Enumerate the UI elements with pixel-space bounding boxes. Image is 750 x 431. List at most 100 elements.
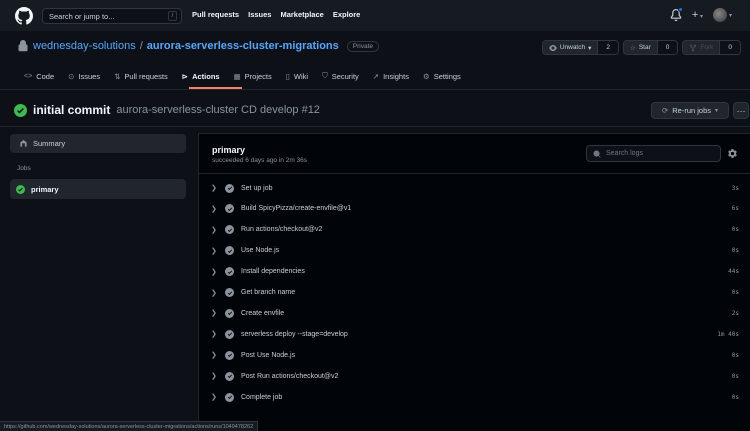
- tab-security[interactable]: ⛉ Security: [315, 69, 366, 83]
- step-name: Set up job: [241, 184, 273, 192]
- gear-icon: ⚙: [422, 71, 430, 81]
- step-success-check-icon: [225, 308, 234, 318]
- step-duration: 0s: [731, 247, 739, 255]
- job-log-panel: [198, 133, 750, 431]
- tab-wiki[interactable]: ▯ Wiki: [279, 69, 315, 83]
- step-name: Post Run actions/checkout@v2: [241, 372, 339, 380]
- header-actions: + ▾ ▾: [670, 7, 732, 22]
- nav-pull-requests[interactable]: Pull requests: [192, 10, 239, 19]
- home-icon: [20, 140, 27, 147]
- step-success-check-icon: [225, 183, 234, 193]
- search-logs-input[interactable]: Search logs: [586, 145, 721, 162]
- sidebar-item-job-primary[interactable]: primary: [10, 179, 186, 199]
- chevron-right-icon: ❯: [211, 331, 217, 339]
- chevron-down-icon: ▾: [728, 12, 732, 19]
- chevron-right-icon: ❯: [211, 394, 217, 401]
- repo-breadcrumb: wednesday-solutions / aurora-serverless-…: [17, 40, 379, 52]
- step-name: Build SpicyPizza/create-envfile@v1: [241, 205, 352, 213]
- tab-issues[interactable]: ⊙ Issues: [61, 69, 107, 83]
- forks-count[interactable]: 0: [720, 41, 740, 54]
- nav-explore[interactable]: Explore: [333, 10, 361, 19]
- tab-label: Wiki: [293, 71, 309, 81]
- tab-projects[interactable]: ▦ Projects: [227, 69, 279, 83]
- notifications-bell-icon[interactable]: [670, 7, 683, 22]
- unwatch-label: Unwatch: [559, 44, 586, 51]
- tab-actions[interactable]: ⊳ Actions: [175, 69, 227, 83]
- tab-pull-requests[interactable]: ⇅ Pull requests: [107, 69, 175, 83]
- log-step-row[interactable]: ❯ Post Use Node.js 0s: [211, 348, 739, 362]
- github-logo-icon[interactable]: [15, 7, 33, 25]
- global-search-input[interactable]: Search or jump to... /: [42, 8, 182, 24]
- visibility-badge: Private: [346, 40, 379, 52]
- user-menu[interactable]: ▾: [712, 8, 732, 22]
- log-step-row[interactable]: ❯ Install dependencies 44s: [211, 265, 739, 279]
- create-new-plus-icon[interactable]: + ▾: [692, 9, 703, 21]
- repo-tabs: <> Code ⊙ Issues ⇅ Pull requests ⊳ Actio…: [17, 69, 468, 83]
- shield-icon: ⛉: [322, 71, 328, 80]
- rerun-jobs-button[interactable]: ⟳ Re-run jobs ▾: [651, 102, 729, 119]
- chevron-right-icon: ❯: [211, 247, 217, 255]
- sidebar-summary-label: Summary: [33, 139, 66, 148]
- success-check-circle-icon: [14, 103, 27, 117]
- fork-button[interactable]: Fork: [683, 41, 721, 54]
- log-step-row[interactable]: ❯ Use Node.js 0s: [211, 244, 739, 258]
- link-status-bar: https://github.com/wednesday-solutions/a…: [0, 421, 259, 431]
- tab-code[interactable]: <> Code: [17, 69, 61, 83]
- step-duration: 0s: [731, 289, 739, 296]
- gear-icon[interactable]: [728, 149, 737, 158]
- step-name: Run actions/checkout@v2: [241, 226, 323, 234]
- chevron-right-icon: ❯: [211, 185, 217, 192]
- log-step-row[interactable]: ❯ Build SpicyPizza/create-envfile@v1 6s: [211, 202, 739, 216]
- log-step-row[interactable]: ❯ Create envfile 2s: [211, 306, 739, 320]
- tab-label: Projects: [244, 71, 272, 81]
- tab-label: Actions: [192, 71, 220, 81]
- chevron-down-icon: ▾: [588, 44, 592, 52]
- tab-settings[interactable]: ⚙ Settings: [416, 69, 468, 83]
- play-icon: ⊳: [181, 71, 189, 81]
- step-success-check-icon: [225, 371, 234, 381]
- repo-name-link[interactable]: aurora-serverless-cluster-migrations: [147, 40, 339, 52]
- star-button[interactable]: ☆ Star: [624, 41, 658, 54]
- step-duration: 0s: [731, 351, 739, 359]
- step-name: Use Node.js: [241, 247, 280, 255]
- breadcrumb-separator: /: [139, 40, 143, 52]
- tabs-divider: [0, 89, 750, 90]
- log-step-row[interactable]: ❯ Complete job 0s: [211, 390, 739, 404]
- sidebar-item-summary[interactable]: Summary: [10, 134, 186, 153]
- watchers-count[interactable]: 2: [598, 41, 618, 54]
- log-step-row[interactable]: ❯ serverless deploy --stage=develop 1m 40s: [211, 327, 739, 341]
- tab-insights[interactable]: ↗ Insights: [366, 69, 416, 83]
- repo-lock-icon: [18, 40, 28, 52]
- chevron-down-icon: ▾: [698, 14, 703, 20]
- repo-actions: Unwatch ▾ 2 ☆ Star 0 Fork 0: [541, 40, 741, 55]
- search-placeholder: Search or jump to...: [49, 11, 115, 21]
- stars-count[interactable]: 0: [657, 41, 678, 54]
- step-duration: 0s: [731, 226, 739, 234]
- fork-label: Fork: [700, 44, 714, 51]
- chevron-right-icon: ❯: [211, 289, 217, 297]
- log-step-row[interactable]: ❯ Get branch name 0s: [211, 286, 739, 300]
- issue-icon: ⊙: [68, 71, 75, 81]
- repo-owner-link[interactable]: wednesday-solutions: [33, 40, 136, 52]
- step-success-check-icon: [225, 204, 234, 214]
- log-step-row[interactable]: ❯ Run actions/checkout@v2 0s: [211, 223, 739, 237]
- run-title: initial commit: [33, 103, 111, 117]
- nav-marketplace[interactable]: Marketplace: [280, 10, 323, 19]
- chevron-right-icon: ❯: [211, 373, 217, 381]
- log-step-row[interactable]: ❯ Post Run actions/checkout@v2 0s: [211, 369, 739, 383]
- run-more-options-button[interactable]: ···: [733, 102, 749, 119]
- step-success-check-icon: [225, 350, 234, 360]
- log-step-row[interactable]: ❯ Set up job 3s: [211, 181, 739, 195]
- run-header: initial commit aurora-serverless-cluster…: [14, 103, 320, 117]
- tab-label: Insights: [383, 71, 409, 81]
- nav-issues[interactable]: Issues: [248, 10, 271, 19]
- sidebar-job-label: primary: [31, 184, 59, 194]
- tab-label: Security: [331, 71, 359, 81]
- graph-icon: ↗: [372, 71, 380, 81]
- step-success-check-icon: [225, 246, 234, 256]
- star-label: Star: [638, 44, 651, 51]
- step-success-check-icon: [225, 392, 234, 402]
- unwatch-button[interactable]: Unwatch ▾: [542, 41, 599, 54]
- tab-label: Pull requests: [124, 71, 168, 81]
- global-nav: Pull requests Issues Marketplace Explore: [192, 10, 360, 19]
